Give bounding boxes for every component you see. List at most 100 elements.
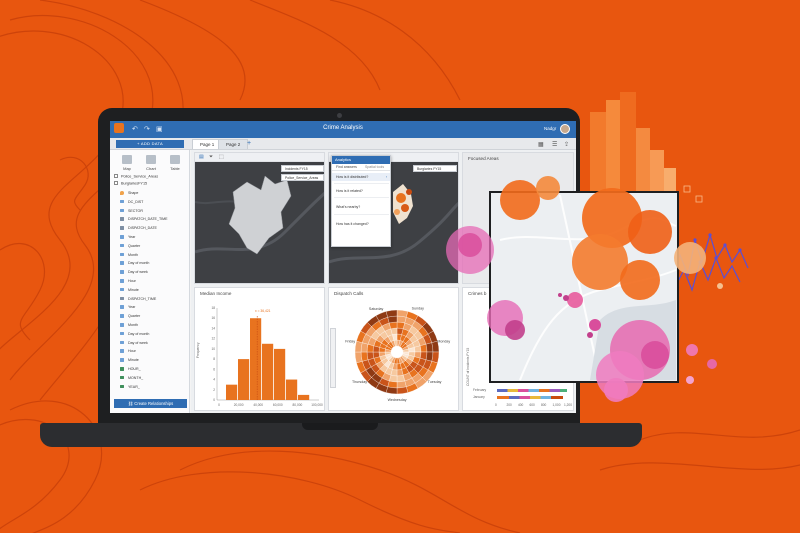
avatar[interactable] [560, 124, 570, 134]
field-label: Quarter [128, 314, 141, 319]
field-type-icon [120, 208, 124, 213]
focused-areas-card[interactable]: Focused Areas [462, 152, 574, 284]
field-item[interactable]: Month [120, 252, 138, 257]
field-item[interactable]: YEAR_ [120, 384, 140, 389]
field-item[interactable]: Year [120, 305, 136, 310]
field-item[interactable]: Hour [120, 279, 136, 283]
ring-segment [419, 344, 428, 353]
field-item[interactable]: MONTH_ [120, 375, 144, 380]
field-label: DISPATCH_DATE [128, 226, 157, 231]
histogram-x-tick: 60,000 [273, 403, 283, 407]
question-related[interactable]: How is it related? [336, 189, 363, 193]
field-item[interactable]: SECTOR [120, 208, 143, 213]
ring-segment [354, 351, 363, 364]
field-item[interactable]: DISPATCH_TIME [120, 296, 157, 301]
field-item[interactable]: Day of month [120, 331, 150, 336]
create-relationships-button[interactable]: ⛓ Create Relationships [114, 399, 187, 408]
layers-icon[interactable]: ▤ [199, 154, 204, 160]
dispatch-calls-card[interactable]: Dispatch Calls Saturday Sunday Monday Tuesd… [328, 287, 459, 411]
field-item[interactable]: Minute [120, 287, 139, 292]
filter-icon[interactable]: ⏷ [209, 154, 213, 160]
user-name[interactable]: Nadgr [544, 126, 556, 131]
field-item[interactable]: DC_DIST [120, 199, 144, 204]
field-label: Day of month [128, 331, 150, 336]
field-item[interactable]: Minute [120, 358, 139, 362]
crimes-row-january: January [473, 395, 485, 399]
field-item[interactable]: Month [120, 323, 138, 327]
question-nearby[interactable]: What's nearby? [336, 205, 360, 209]
dataset-burglaries[interactable]: BurglariesFY15 [114, 181, 147, 186]
ring-segment [385, 309, 398, 318]
map-button[interactable]: Map [116, 155, 138, 171]
ring-day-label: Wednesday [388, 398, 407, 402]
histogram-y-tick: 14 [211, 326, 215, 330]
ring-segment [425, 342, 434, 353]
legend-incidents[interactable]: Incidents FY15 [281, 165, 324, 172]
field-type-icon [120, 287, 124, 292]
field-label: DC_DIST [128, 199, 144, 204]
analytics-tabs: Find answers Spatial tools [332, 164, 390, 171]
ring-day-label: Sunday [412, 307, 424, 311]
grid-icon[interactable]: ▦ [538, 141, 544, 148]
histogram-y-tick: 2 [213, 388, 215, 392]
histogram-bar [286, 379, 298, 400]
list-icon[interactable]: ☰ [552, 141, 557, 148]
ring-day-label: Monday [437, 339, 450, 343]
legend-police-areas[interactable]: Police_Service_Areas [281, 174, 324, 181]
field-label: Year [128, 305, 136, 310]
field-item[interactable]: DISPATCH_DATE [120, 226, 157, 230]
median-income-card[interactable]: Median Income Frequency 0 2 4 6 8 10 12 14 16 18 0… [194, 287, 325, 411]
field-label: Hour [128, 279, 136, 284]
select-icon[interactable]: ⬚ [219, 154, 224, 160]
chart-button[interactable]: Chart [140, 155, 162, 171]
field-label: MONTH_ [128, 375, 144, 380]
webcam [337, 113, 342, 118]
field-type-icon [120, 314, 124, 318]
add-data-button[interactable]: + ADD DATA [116, 140, 184, 148]
data-pane: Map Chart Table Police_Service_Areas Bur… [110, 150, 190, 413]
histogram-y-tick: 12 [211, 337, 215, 341]
field-type-icon [120, 375, 124, 380]
table-button[interactable]: Table [164, 155, 186, 171]
dataset-police-service-areas[interactable]: Police_Service_Areas [114, 174, 158, 179]
ring-chart-svg: Saturday Sunday Monday Tuesday Wednesday Thur… [345, 307, 450, 402]
crimes-x-tick: 200 [506, 403, 512, 407]
histogram-x-tick: 40,000 [253, 403, 263, 407]
analytics-title: Analytics [332, 156, 390, 164]
field-item[interactable]: Shape [120, 191, 138, 195]
field-item[interactable]: Quarter [120, 314, 140, 318]
map-card-incidents[interactable]: ▤ ⏷ ⬚ Incidents FY15 Police_Service_Area… [194, 152, 325, 284]
share-icon[interactable]: ⇪ [564, 141, 569, 148]
question-changed[interactable]: How has it changed? [336, 222, 369, 226]
field-item[interactable]: Day of month [120, 261, 149, 266]
histogram-y-tick: 10 [211, 347, 215, 351]
field-item[interactable]: Hour [120, 349, 136, 354]
field-item[interactable]: Year [120, 235, 135, 239]
histogram-y-tick: 6 [213, 367, 215, 371]
field-item[interactable]: Day of week [120, 270, 148, 274]
field-label: Minute [128, 358, 139, 363]
crimes-card[interactable]: Crimes b COUNT of Incidents FY15 Februar… [462, 287, 574, 411]
field-item[interactable]: DISPATCH_DATE_TIME [120, 217, 168, 222]
crimes-bar-january [497, 396, 563, 399]
field-label: Hour [128, 349, 136, 354]
map-toolbar: ▤ ⏷ ⬚ [195, 153, 324, 162]
add-page-button[interactable]: + [244, 139, 254, 149]
ring-day-label: Friday [345, 339, 355, 343]
ring-day-label: Thursday [352, 380, 367, 384]
crimes-x-tick: 800 [541, 403, 547, 407]
analytics-panel[interactable]: Analytics Find answers Spatial tools How… [331, 155, 391, 247]
field-label: DISPATCH_TIME [128, 296, 157, 301]
field-label: Minute [128, 287, 139, 292]
tab-find-answers[interactable]: Find answers [336, 165, 357, 169]
legend-burglaries[interactable]: Burglaries FY15 [413, 165, 457, 172]
histogram-bar [238, 359, 250, 400]
question-distributed[interactable]: How is it distributed? › [332, 173, 390, 181]
field-item[interactable]: HOUR_ [120, 367, 141, 371]
field-type-icon [120, 384, 124, 389]
crimes-x-tick: 400 [518, 403, 524, 407]
tab-spatial-tools[interactable]: Spatial tools [365, 165, 384, 169]
field-item[interactable]: Quarter [120, 243, 140, 248]
field-type-icon [120, 358, 124, 362]
field-item[interactable]: Day of week [120, 340, 148, 345]
